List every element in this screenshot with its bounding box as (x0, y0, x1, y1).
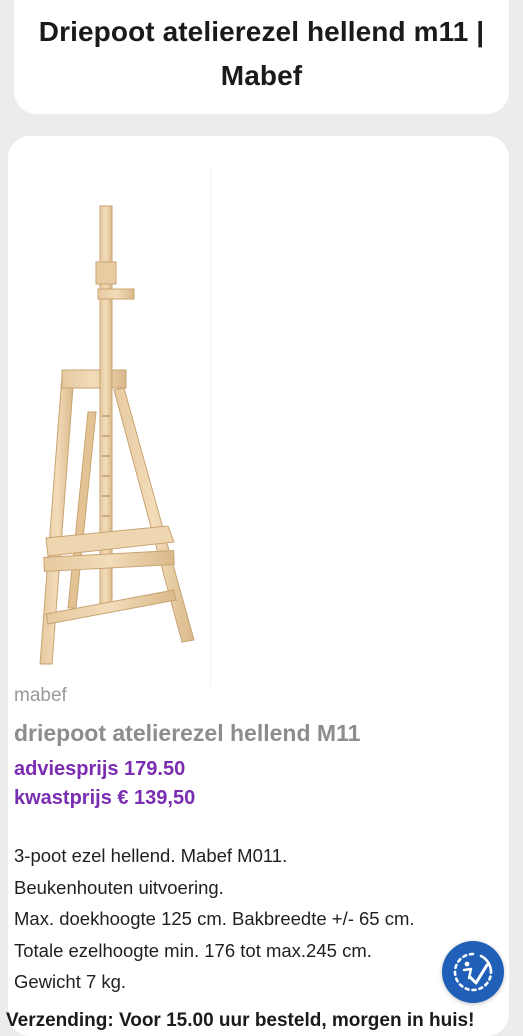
shop-price: kwastprijs € 139,50 (14, 787, 196, 809)
title-card: Driepoot atelierezel hellend m11 | Mabef (14, 0, 509, 114)
advice-price: adviesprijs 179.50 (14, 758, 186, 780)
product-image[interactable] (18, 166, 211, 686)
page-title-line2: Mabef (220, 60, 303, 91)
accessibility-check-icon (453, 952, 493, 992)
product-card: mabef driepoot atelierezel hellend M11 a… (8, 136, 509, 1036)
description-line: Max. doekhoogte 125 cm. Bakbreedte +/- 6… (14, 908, 415, 929)
shipping-info: Verzending: Voor 15.00 uur besteld, morg… (6, 1010, 475, 1031)
page-title-line1: Driepoot atelierezel hellend m11 | (38, 16, 485, 47)
easel-illustration (39, 205, 195, 665)
description-line: Totale ezelhoogte min. 176 tot max.245 c… (14, 939, 372, 961)
product-description: 3-poot ezel hellend. Mabef M011. Beukenh… (14, 840, 494, 998)
description-line: Beukenhouten uitvoering. (14, 876, 224, 898)
page-title: Driepoot atelierezel hellend m11 | Mabef (14, 10, 509, 98)
product-brand[interactable]: mabef (14, 685, 67, 707)
accessibility-button[interactable] (442, 941, 504, 1003)
product-name: driepoot atelierezel hellend M11 (14, 720, 361, 746)
description-line: 3-poot ezel hellend. Mabef M011. (14, 845, 288, 866)
description-line: Gewicht 7 kg. (14, 971, 127, 992)
